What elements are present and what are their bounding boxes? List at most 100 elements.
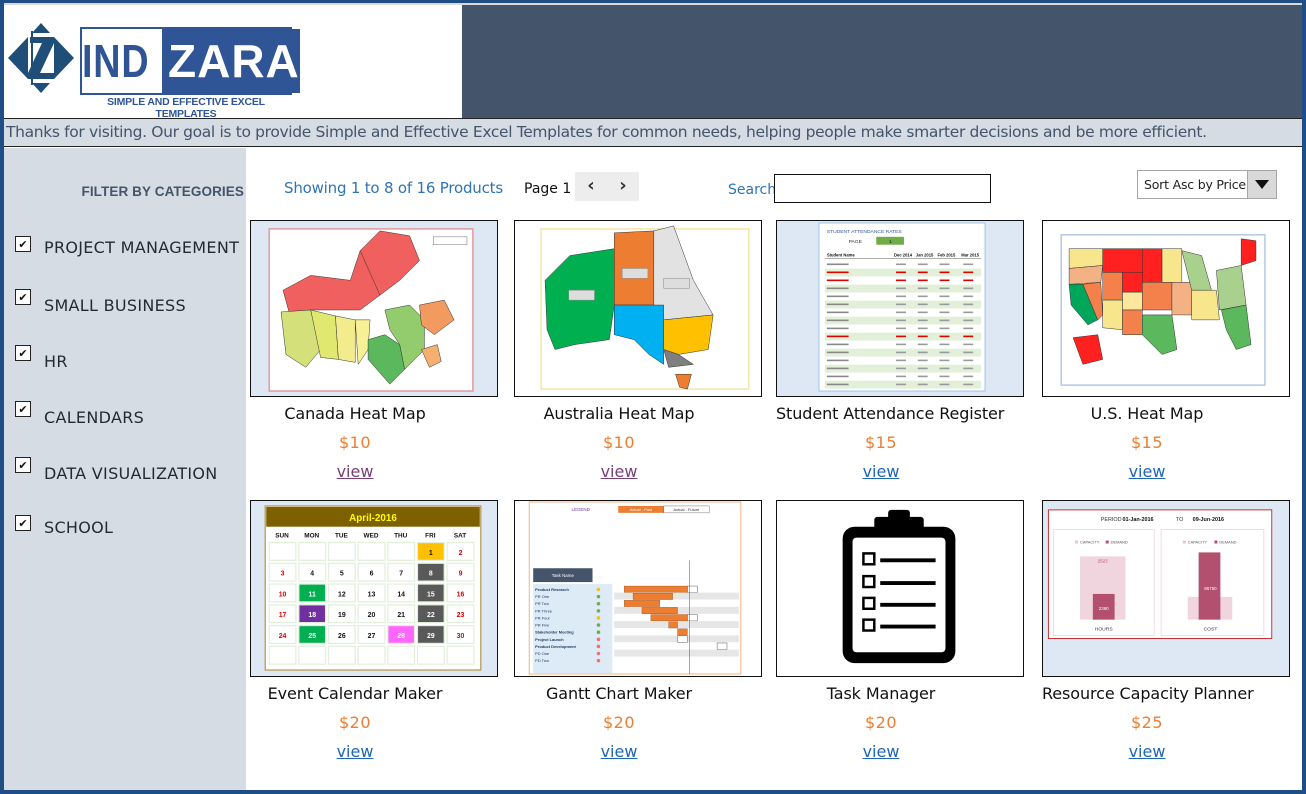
attendance-row-text	[826, 287, 849, 290]
view-product-link[interactable]: view	[1042, 462, 1252, 481]
indzara-logo[interactable]: IND ZARA	[80, 27, 300, 95]
sort-dropdown[interactable]: Sort Asc by Price	[1137, 170, 1277, 199]
attendance-cell	[963, 295, 974, 298]
event-calendar-thumbnail[interactable]: April-2016 SUN MON TUE WED THU FRI SAT 1234567…	[250, 500, 498, 677]
attendance-row-text	[826, 311, 849, 314]
checkbox-checked-icon[interactable]: ✔	[15, 289, 31, 305]
attendance-cell	[917, 263, 928, 266]
category-data-visualization[interactable]: ✔ DATA VISUALIZATION	[15, 457, 218, 483]
product-name: Resource Capacity Planner	[1042, 684, 1254, 703]
gantt-bar-future	[687, 585, 698, 593]
hours-demand-value: 2360	[1099, 606, 1109, 611]
category-school[interactable]: ✔ SCHOOL	[15, 515, 113, 541]
checkbox-checked-icon[interactable]: ✔	[15, 457, 31, 473]
attendance-cell	[917, 335, 928, 338]
attendance-cell	[917, 295, 928, 298]
prev-page-button[interactable]: ‹	[575, 172, 607, 201]
attendance-page-label: PAGE	[849, 239, 863, 245]
gantt-bar-past	[624, 600, 660, 607]
calendar-day-number: 19	[338, 612, 346, 619]
gantt-chart-thumbnail[interactable]: LEGEND Actual - Past Actual - Future Tas…	[514, 500, 762, 677]
category-project-management[interactable]: ✔ PROJECT MANAGEMENT	[15, 236, 239, 262]
attendance-cell	[963, 279, 974, 282]
product-price: $20	[602, 713, 636, 732]
category-filter-sidebar: FILTER BY CATEGORIES ✔ PROJECT MANAGEMEN…	[4, 148, 246, 790]
calendar-day-cell	[327, 541, 356, 561]
category-hr[interactable]: ✔ HR	[15, 345, 68, 371]
attendance-cell	[939, 271, 950, 274]
attendance-cell	[963, 383, 974, 386]
attendance-cell	[939, 359, 950, 362]
attendance-cell	[896, 351, 906, 354]
attendance-row-text	[826, 271, 849, 274]
gantt-task-name: PD One	[535, 651, 550, 656]
view-product-link[interactable]: view	[250, 462, 460, 481]
attendance-cell	[939, 367, 950, 370]
attendance-cell	[896, 303, 906, 306]
gantt-task-name: PR One	[535, 594, 550, 599]
checkbox-checked-icon[interactable]: ✔	[15, 401, 31, 417]
attendance-cell	[896, 279, 906, 282]
calendar-day-number: 9	[459, 571, 463, 578]
us-map-thumbnail[interactable]	[1042, 220, 1290, 397]
attendance-cell	[939, 311, 950, 314]
capacity-chart-image: PERIOD 01-Jan-2016 TO 09-Jun-2016 CAPACI…	[1047, 509, 1273, 639]
attendance-row-text	[826, 367, 849, 370]
product-price: $20	[864, 713, 898, 732]
view-product-link[interactable]: view	[1042, 742, 1252, 761]
gantt-row-band	[614, 649, 739, 657]
capacity-planner-thumbnail[interactable]: PERIOD 01-Jan-2016 TO 09-Jun-2016 CAPACI…	[1042, 500, 1290, 677]
attendance-cell	[917, 351, 928, 354]
attendance-cell	[917, 279, 928, 282]
gantt-status-dot	[596, 601, 601, 606]
category-small-business[interactable]: ✔ SMALL BUSINESS	[15, 289, 186, 315]
calendar-day-number: 26	[338, 633, 346, 640]
calendar-day-number: 24	[279, 633, 287, 640]
checkbox-checked-icon[interactable]: ✔	[15, 236, 31, 252]
next-page-button[interactable]: ›	[607, 172, 639, 201]
task-manager-thumbnail[interactable]	[776, 500, 1024, 677]
calendar-day-number: 1	[429, 550, 433, 557]
attendance-cell	[896, 383, 906, 386]
gantt-task-name: PR Three	[535, 608, 553, 613]
australia-map-thumbnail[interactable]	[514, 220, 762, 397]
legend-demand: DEMAND	[1219, 540, 1236, 545]
legend-demand: DEMAND	[1111, 540, 1128, 545]
calendar-month-title: April-2016	[349, 513, 397, 524]
view-product-link[interactable]: view	[514, 742, 724, 761]
category-calendars[interactable]: ✔ CALENDARS	[15, 401, 144, 427]
calendar-weekday: THU	[394, 533, 408, 540]
gantt-legend-past: Actual - Past	[630, 507, 653, 512]
search-input[interactable]	[774, 174, 991, 203]
calendar-day-number: 6	[370, 571, 374, 578]
gantt-status-dot	[596, 637, 601, 642]
attendance-cell	[917, 375, 928, 378]
calendar-day-number: 5	[340, 571, 344, 578]
category-label: SMALL BUSINESS	[44, 296, 186, 315]
category-label: HR	[44, 352, 68, 371]
attendance-cell	[963, 335, 974, 338]
dropdown-arrow-icon[interactable]	[1247, 171, 1276, 198]
attendance-header: Student Name	[827, 253, 856, 258]
attendance-cell	[963, 343, 974, 346]
calendar-day-number: 12	[338, 591, 346, 598]
calendar-day-number: 29	[427, 633, 435, 640]
view-product-link[interactable]: view	[514, 462, 724, 481]
attendance-register-thumbnail[interactable]: STUDENT ATTENDANCE RATES PAGE 1 Student …	[776, 220, 1024, 397]
header-logo-area: IND ZARA SIMPLE AND EFFECTIVE EXCEL TEMP…	[4, 5, 462, 120]
product-price: $15	[1130, 433, 1164, 452]
category-label: CALENDARS	[44, 408, 145, 427]
checkbox-checked-icon[interactable]: ✔	[15, 515, 31, 531]
calendar-day-number: 11	[309, 591, 316, 598]
attendance-cell	[939, 343, 950, 346]
canada-map-thumbnail[interactable]	[250, 220, 498, 397]
calendar-weekday: SUN	[275, 533, 289, 540]
calendar-day-number: 15	[427, 591, 435, 598]
attendance-cell	[917, 303, 928, 306]
view-product-link[interactable]: view	[250, 742, 460, 761]
view-product-link[interactable]: view	[776, 742, 986, 761]
gantt-bar-future	[677, 635, 688, 643]
view-product-link[interactable]: view	[776, 462, 986, 481]
checkbox-checked-icon[interactable]: ✔	[15, 345, 31, 361]
attendance-cell	[939, 287, 950, 290]
